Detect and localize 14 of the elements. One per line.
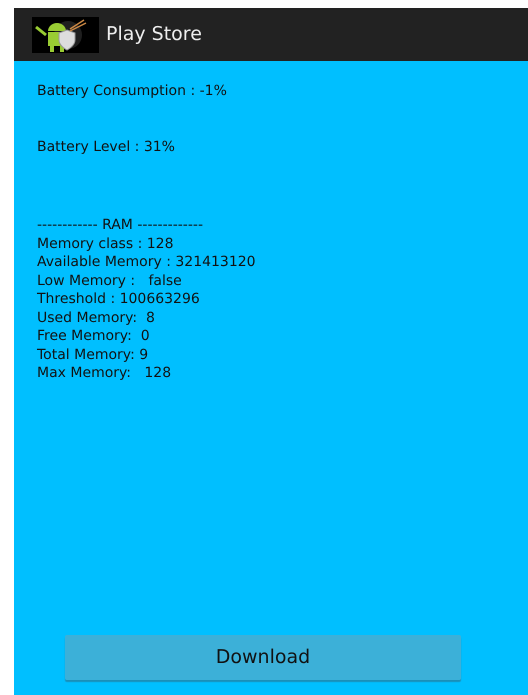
ram-info-text: Max Memory: 128 xyxy=(37,365,172,381)
app-logo-icon xyxy=(32,16,99,52)
ram-info-text: Used Memory: 8 xyxy=(37,310,155,326)
ram-info-text: Low Memory : false xyxy=(37,272,182,288)
battery-info-text: Battery Level : 31% xyxy=(37,139,175,155)
download-button[interactable]: Download xyxy=(65,635,461,680)
app-title: Play Store xyxy=(106,22,202,48)
ram-info-text: Available Memory : 321413120 xyxy=(37,254,256,270)
battery-info-text: Battery Consumption : -1% xyxy=(37,83,227,99)
ram-info-text: Threshold : 100663296 xyxy=(37,291,200,307)
ram-info-text: Free Memory: 0 xyxy=(37,328,150,344)
ram-info-text: Memory class : 128 xyxy=(37,236,174,252)
ram-info-text: Total Memory: 9 xyxy=(37,346,148,362)
ram-header-text: ------------ RAM ------------- xyxy=(37,217,204,233)
